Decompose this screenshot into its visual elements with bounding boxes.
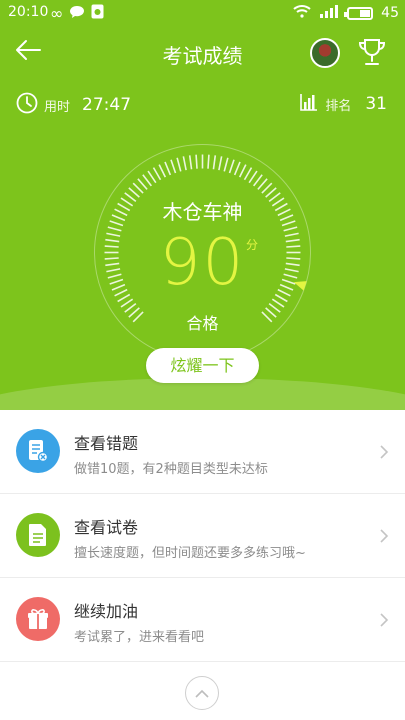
gauge-tick [271, 298, 285, 308]
gauge-tick [218, 156, 223, 171]
gauge-tick [253, 174, 263, 187]
score-value: 90 [159, 226, 246, 300]
status-time: 20:10 [8, 4, 49, 20]
status-bar: 20:10 ∞ 45 [0, 0, 405, 26]
gauge-tick [137, 178, 148, 190]
gauge-tick [212, 155, 217, 170]
ranking-icon [299, 92, 319, 116]
gauge-tick [158, 164, 167, 178]
infinity-icon: ∞ [50, 4, 64, 23]
gauge-tick [228, 159, 235, 174]
scroll-up-button[interactable] [185, 676, 219, 710]
avatar[interactable] [310, 38, 340, 68]
gauge-tick [152, 167, 162, 181]
action-title: 查看试卷 [74, 518, 139, 537]
gauge-tick [170, 159, 177, 174]
result-header-panel: 20:10 ∞ 45 考试成绩 用时 27:47 排名 31 木仓车神 90 分… [0, 0, 405, 410]
gauge-tick [243, 167, 253, 181]
gauge-tick [120, 298, 134, 308]
action-view-exam-paper[interactable]: 查看试卷 擅长速度题，但时间题还要多多练习哦~ [0, 494, 405, 578]
gauge-tick [207, 154, 210, 169]
battery-level: 45 [381, 5, 399, 21]
gauge-tick [142, 174, 152, 187]
score-unit: 分 [246, 238, 259, 252]
gauge-tick [147, 170, 157, 184]
exam-stats: 用时 27:47 排名 31 [0, 92, 405, 120]
gift-icon [16, 597, 60, 641]
time-used-value: 27:47 [82, 95, 132, 115]
action-desc: 擅长速度题，但时间题还要多多练习哦~ [74, 546, 306, 561]
title-bar: 考试成绩 [0, 30, 405, 74]
chevron-right-icon [379, 612, 389, 632]
action-view-wrong-questions[interactable]: 查看错题 做错10题，有2种题目类型未达标 [0, 410, 405, 494]
action-keep-going[interactable]: 继续加油 考试累了，进来看看吧 [0, 578, 405, 662]
clock-icon [16, 92, 38, 118]
pass-status: 合格 [186, 314, 219, 333]
gauge-tick [238, 164, 247, 178]
app-notification-icon [91, 4, 104, 23]
gauge-tick [223, 157, 229, 172]
chat-icon [69, 5, 85, 23]
gauge-tick [233, 161, 241, 176]
gauge-tick [182, 156, 187, 171]
page-title: 考试成绩 [162, 44, 243, 68]
chevron-right-icon [379, 444, 389, 464]
gauge-tick [261, 182, 273, 194]
rank-label: 排名 [325, 98, 352, 114]
chevron-up-icon [194, 684, 210, 703]
gauge-tick [257, 178, 268, 190]
gauge-tick [195, 154, 198, 169]
rank-value: 31 [365, 94, 387, 114]
chevron-right-icon [379, 528, 389, 548]
wrong-questions-icon [16, 429, 60, 473]
share-button[interactable]: 炫耀一下 [146, 348, 259, 383]
action-title: 继续加油 [74, 602, 139, 621]
user-name: 木仓车神 [162, 200, 243, 224]
gauge-tick [164, 161, 172, 176]
gauge-tick [188, 155, 193, 170]
trophy-icon[interactable] [356, 36, 388, 72]
battery-icon [344, 6, 374, 20]
action-desc: 考试累了，进来看看吧 [74, 630, 205, 645]
action-title: 查看错题 [74, 434, 139, 453]
exam-paper-icon [16, 513, 60, 557]
action-desc: 做错10题，有2种题目类型未达标 [74, 462, 268, 477]
gauge-tick [176, 157, 182, 172]
wifi-icon [293, 4, 311, 22]
signal-icon [319, 4, 339, 22]
gauge-tick [248, 170, 258, 184]
gauge-tick [132, 182, 144, 194]
action-list: 查看错题 做错10题，有2种题目类型未达标 查看试卷 擅长速度题，但时间题还要多… [0, 410, 405, 662]
time-used-label: 用时 [44, 99, 71, 115]
